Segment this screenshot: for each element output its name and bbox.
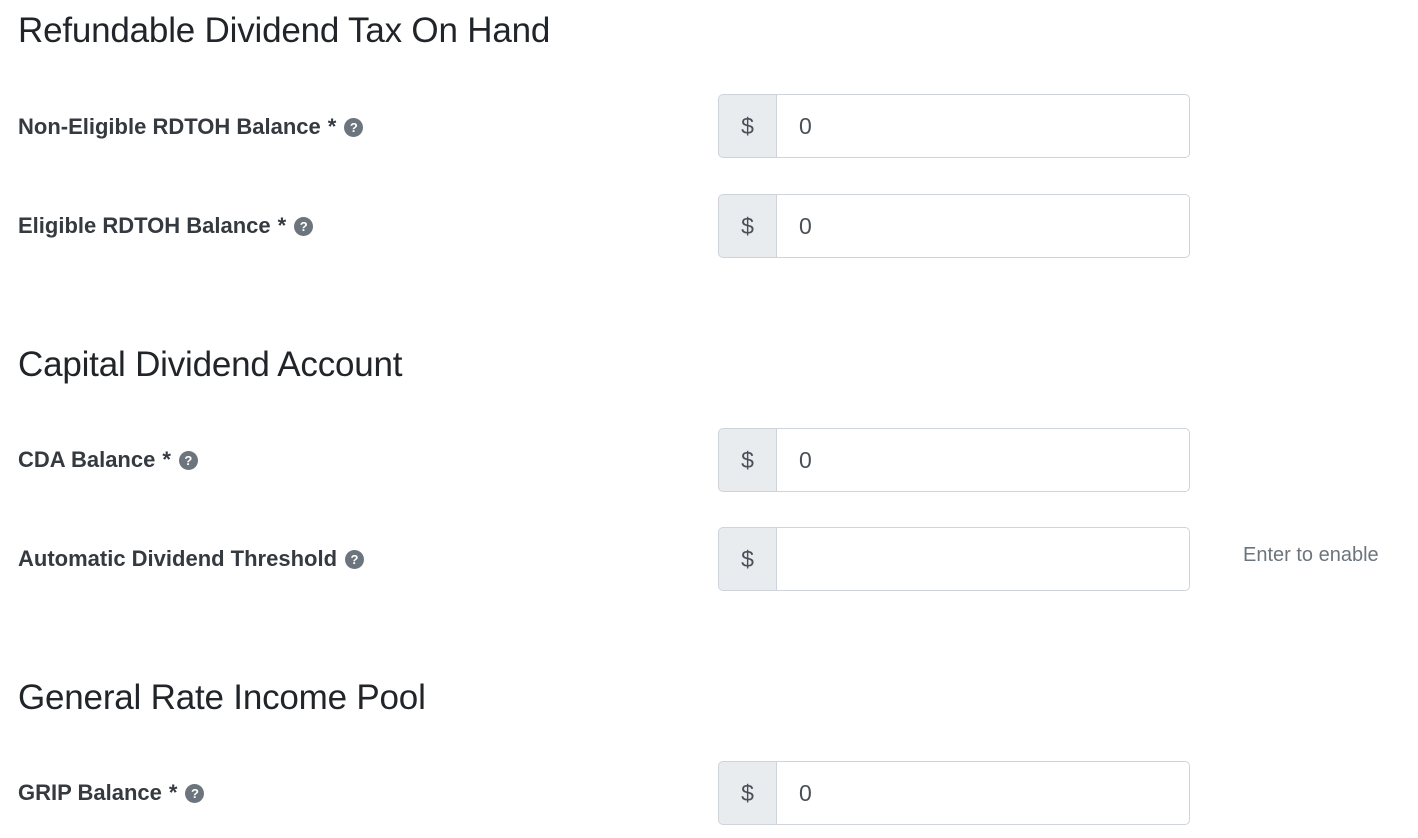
question-circle-icon[interactable]: ? bbox=[185, 783, 205, 803]
grip-balance-input[interactable] bbox=[776, 761, 1190, 825]
question-circle-icon[interactable]: ? bbox=[344, 117, 364, 137]
eligible-rdtoh-input[interactable] bbox=[776, 194, 1190, 258]
cda-balance-input[interactable] bbox=[776, 428, 1190, 492]
label-text: Automatic Dividend Threshold bbox=[18, 546, 338, 571]
field-label-eligible-rdtoh: Eligible RDTOH Balance * ? bbox=[18, 213, 314, 238]
automatic-dividend-threshold-input-group: $ bbox=[718, 527, 1190, 591]
question-circle-icon[interactable]: ? bbox=[178, 450, 198, 470]
section-title-cda: Capital Dividend Account bbox=[18, 345, 403, 384]
currency-prefix: $ bbox=[718, 428, 776, 492]
enter-to-enable-hint: Enter to enable bbox=[1243, 544, 1379, 566]
non-eligible-rdtoh-input-group: $ bbox=[718, 94, 1190, 158]
required-marker: * bbox=[277, 213, 287, 238]
question-circle-icon[interactable]: ? bbox=[294, 216, 314, 236]
cda-balance-input-group: $ bbox=[718, 428, 1190, 492]
eligible-rdtoh-input-group: $ bbox=[718, 194, 1190, 258]
currency-prefix: $ bbox=[718, 194, 776, 258]
non-eligible-rdtoh-input[interactable] bbox=[776, 94, 1190, 158]
section-title-grip: General Rate Income Pool bbox=[18, 678, 426, 717]
currency-prefix: $ bbox=[718, 527, 776, 591]
label-text: Non-Eligible RDTOH Balance bbox=[18, 114, 321, 139]
field-label-cda-balance: CDA Balance * ? bbox=[18, 449, 198, 471]
label-text: Eligible RDTOH Balance bbox=[18, 213, 271, 238]
grip-balance-input-group: $ bbox=[718, 761, 1190, 825]
field-label-non-eligible-rdtoh: Non-Eligible RDTOH Balance * ? bbox=[18, 114, 364, 139]
required-marker: * bbox=[327, 114, 337, 139]
field-label-automatic-dividend-threshold: Automatic Dividend Threshold ? bbox=[18, 546, 365, 571]
label-text: CDA Balance bbox=[18, 447, 156, 472]
section-title-rdtoh: Refundable Dividend Tax On Hand bbox=[18, 11, 551, 50]
required-marker: * bbox=[168, 780, 178, 805]
label-text: GRIP Balance bbox=[18, 780, 162, 805]
automatic-dividend-threshold-input[interactable] bbox=[776, 527, 1190, 591]
question-circle-icon[interactable]: ? bbox=[345, 549, 365, 569]
field-label-grip-balance: GRIP Balance * ? bbox=[18, 780, 205, 805]
currency-prefix: $ bbox=[718, 94, 776, 158]
currency-prefix: $ bbox=[718, 761, 776, 825]
required-marker: * bbox=[162, 447, 171, 472]
